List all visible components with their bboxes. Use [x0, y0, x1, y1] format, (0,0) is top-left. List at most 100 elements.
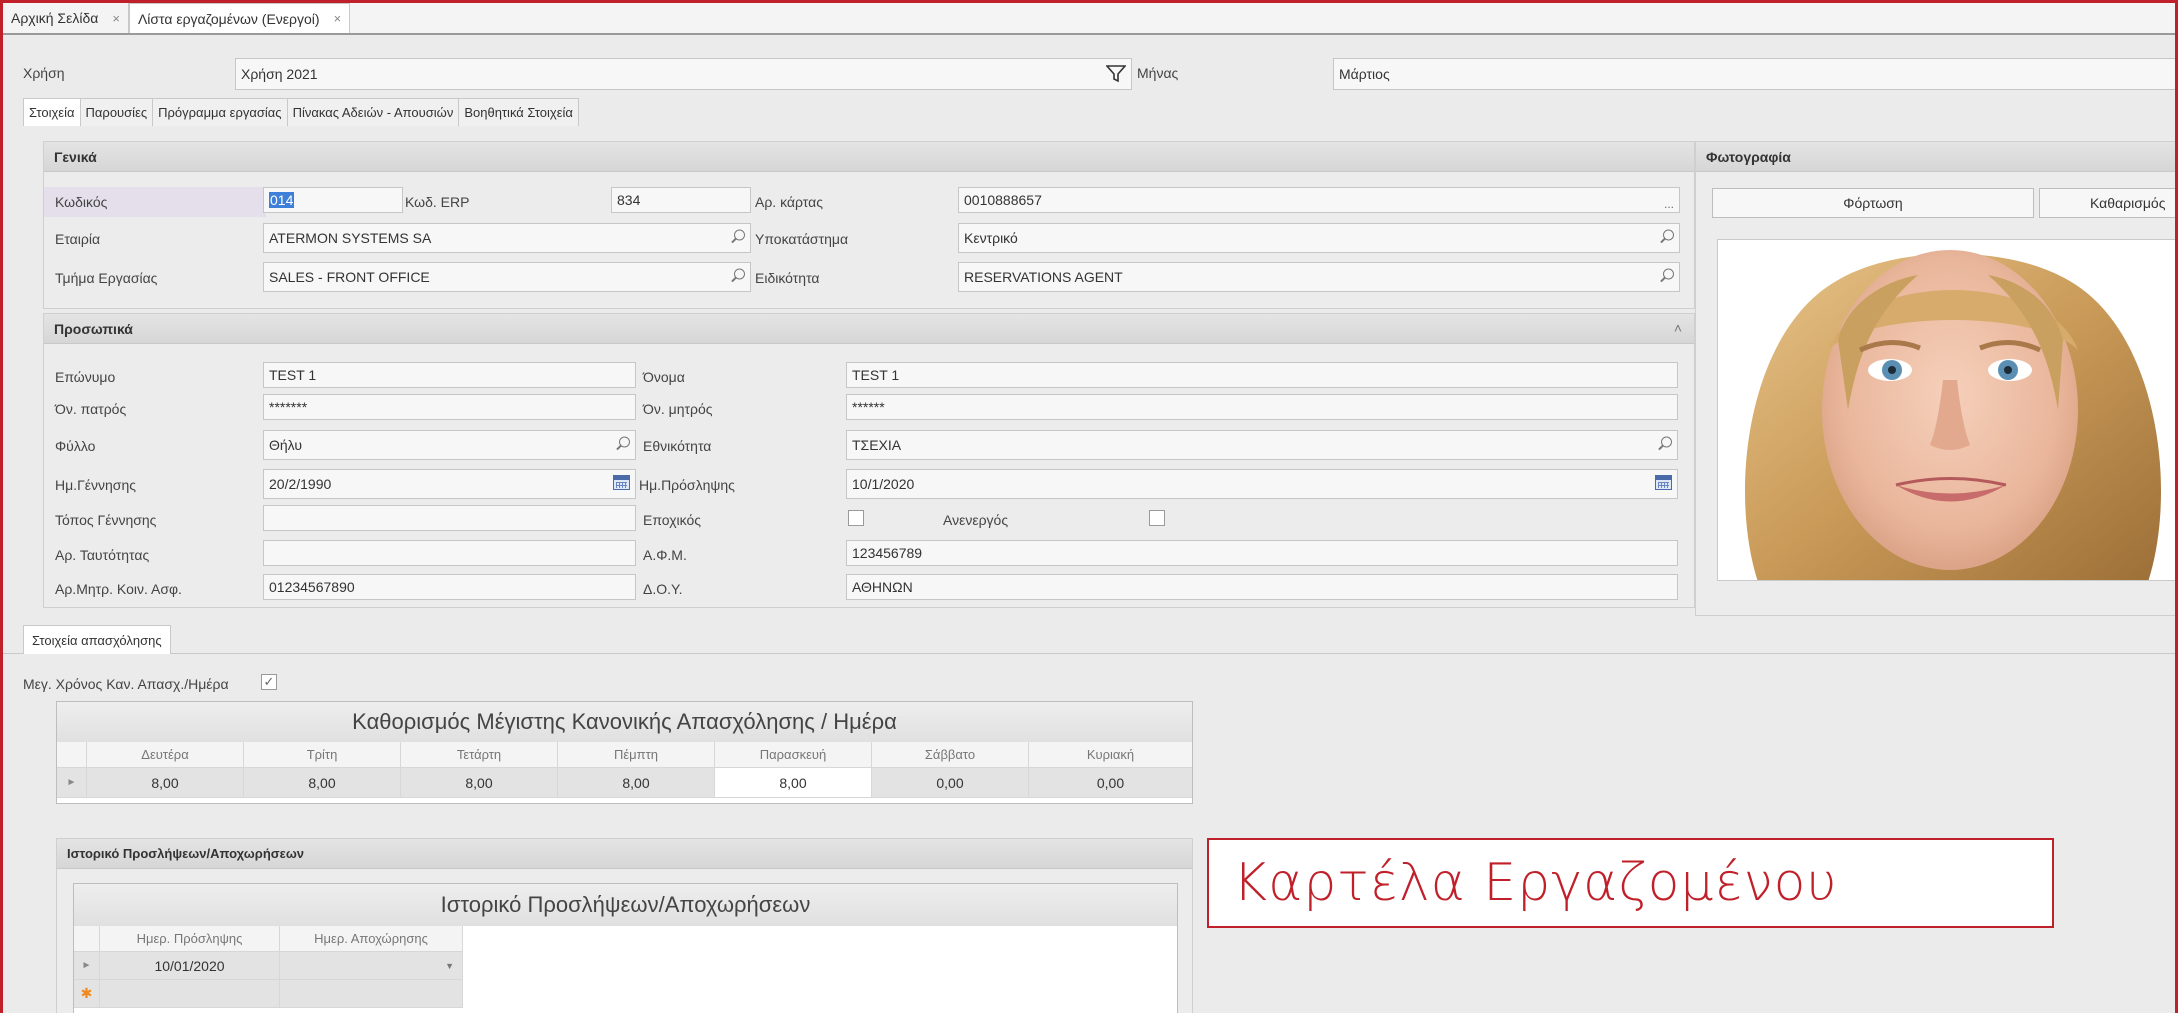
father-label: Όν. πατρός	[55, 401, 127, 417]
cell-thursday[interactable]: 8,00	[558, 768, 715, 798]
company-field[interactable]: ATERMON SYSTEMS SA	[263, 223, 751, 253]
card-label: Αρ. κάρτας	[755, 194, 823, 210]
hire-date-field[interactable]: 10/1/2020	[846, 469, 1678, 499]
column-header-leave-date[interactable]: Ημερ. Αποχώρησης	[280, 926, 463, 952]
search-icon[interactable]	[1658, 436, 1672, 454]
inactive-label: Ανενεργός	[943, 512, 1009, 528]
mother-label: Όν. μητρός	[643, 401, 713, 417]
nationality-field[interactable]: ΤΣΕΧΙΑ	[846, 430, 1678, 460]
company-value: ATERMON SYSTEMS SA	[269, 230, 432, 246]
cell-monday[interactable]: 8,00	[87, 768, 244, 798]
code-label: Κωδικός	[55, 194, 108, 210]
close-icon[interactable]: ×	[334, 11, 342, 26]
doy-value: ΑΘΗΝΩΝ	[852, 579, 913, 595]
column-header-sunday[interactable]: Κυριακή	[1029, 742, 1192, 768]
tab-auxiliary[interactable]: Βοηθητικά Στοιχεία	[458, 98, 579, 126]
gender-field[interactable]: Θήλυ	[263, 430, 636, 460]
father-field[interactable]: *******	[263, 394, 636, 420]
search-icon[interactable]	[616, 436, 630, 454]
seasonal-checkbox[interactable]	[848, 510, 864, 526]
cell-sunday[interactable]: 0,00	[1029, 768, 1192, 798]
cell-saturday[interactable]: 0,00	[872, 768, 1029, 798]
tab-employment[interactable]: Στοιχεία απασχόλησης	[23, 625, 171, 654]
cell-friday[interactable]: 8,00	[715, 768, 872, 798]
general-group-title: Γενικά	[44, 142, 1694, 172]
column-header-monday[interactable]: Δευτέρα	[87, 742, 244, 768]
column-header-hire-date[interactable]: Ημερ. Πρόσληψης	[100, 926, 280, 952]
branch-field[interactable]: Κεντρικό	[958, 223, 1680, 253]
row-indicator-icon: ►	[57, 768, 87, 798]
cell-hire-date[interactable]: 10/01/2020	[100, 952, 280, 980]
hire-date-value: 10/1/2020	[852, 476, 915, 492]
doy-label: Δ.Ο.Υ.	[643, 581, 683, 597]
tab-leaves[interactable]: Πίνακας Αδειών - Απουσιών	[286, 98, 460, 126]
name-field[interactable]: TEST 1	[846, 362, 1678, 388]
mother-field[interactable]: ******	[846, 394, 1678, 420]
birthplace-label: Τόπος Γέννησης	[55, 512, 157, 528]
tab-attendance[interactable]: Παρουσίες	[79, 98, 154, 126]
card-value: 0010888657	[964, 192, 1042, 208]
inactive-checkbox[interactable]	[1149, 510, 1165, 526]
afm-field[interactable]: 123456789	[846, 540, 1678, 566]
personal-group-title: Προσωπικά	[44, 314, 1694, 344]
close-icon[interactable]: ×	[112, 11, 120, 26]
amka-field[interactable]: 01234567890	[263, 574, 636, 600]
branch-label: Υποκατάστημα	[755, 231, 849, 247]
more-icon[interactable]: ...	[1664, 197, 1674, 211]
branch-value: Κεντρικό	[964, 230, 1018, 246]
code-value: 014	[269, 192, 295, 208]
calendar-icon[interactable]	[613, 475, 630, 493]
search-icon[interactable]	[1660, 229, 1674, 247]
year-select[interactable]: Χρήση 2021	[235, 58, 1132, 90]
father-value: *******	[269, 399, 308, 415]
dropdown-arrow-icon[interactable]: ▼	[445, 961, 454, 971]
load-photo-button[interactable]: Φόρτωση	[1712, 188, 2034, 218]
search-icon[interactable]	[731, 268, 745, 286]
doc-tab-home[interactable]: Αρχική Σελίδα ×	[3, 3, 129, 33]
new-row-cell-leave-date[interactable]	[280, 980, 463, 1008]
search-icon[interactable]	[1660, 268, 1674, 286]
row-indicator-header	[57, 742, 87, 768]
new-row-cell-hire-date[interactable]	[100, 980, 280, 1008]
calendar-icon[interactable]	[1655, 475, 1672, 493]
month-select[interactable]: Μάρτιος	[1333, 58, 2175, 90]
cell-wednesday[interactable]: 8,00	[401, 768, 558, 798]
birthplace-field[interactable]	[263, 505, 636, 531]
tab-work-schedule[interactable]: Πρόγραμμα εργασίας	[152, 98, 288, 126]
specialty-field[interactable]: RESERVATIONS AGENT	[958, 262, 1680, 292]
year-value: Χρήση 2021	[241, 66, 318, 82]
code-field[interactable]: 014	[263, 187, 403, 213]
column-header-friday[interactable]: Παρασκευή	[715, 742, 872, 768]
nationality-value: ΤΣΕΧΙΑ	[852, 437, 902, 453]
cell-leave-date[interactable]: ▼	[280, 952, 463, 980]
max-time-checkbox[interactable]: ✓	[261, 674, 277, 690]
dept-field[interactable]: SALES - FRONT OFFICE	[263, 262, 751, 292]
tab-details[interactable]: Στοιχεία	[23, 98, 81, 126]
clear-photo-button[interactable]: Καθαρισμός	[2039, 188, 2175, 218]
column-header-saturday[interactable]: Σάββατο	[872, 742, 1029, 768]
doc-tab-employee-list-label: Λίστα εργαζομένων (Ενεργοί)	[137, 10, 320, 27]
dept-value: SALES - FRONT OFFICE	[269, 269, 430, 285]
birth-date-field[interactable]: 20/2/1990	[263, 469, 636, 499]
filter-icon[interactable]	[1106, 65, 1126, 83]
erp-field[interactable]: 834	[611, 187, 751, 213]
doy-field[interactable]: ΑΘΗΝΩΝ	[846, 574, 1678, 600]
surname-field[interactable]: TEST 1	[263, 362, 636, 388]
specialty-label: Ειδικότητα	[755, 270, 820, 286]
collapse-icon[interactable]: ˄	[1674, 320, 1682, 336]
column-header-thursday[interactable]: Πέμπτη	[558, 742, 715, 768]
id-number-field[interactable]	[263, 540, 636, 566]
surname-value: TEST 1	[269, 367, 317, 383]
employment-tab-divider	[3, 653, 2175, 654]
column-header-tuesday[interactable]: Τρίτη	[244, 742, 401, 768]
nationality-label: Εθνικότητα	[643, 438, 712, 454]
new-row-icon: ✱	[74, 980, 100, 1008]
history-grid-title: Ιστορικό Προσλήψεων/Αποχωρήσεων	[74, 884, 1177, 926]
gender-label: Φύλλο	[55, 438, 96, 454]
doc-tab-employee-list[interactable]: Λίστα εργαζομένων (Ενεργοί) ×	[128, 3, 351, 33]
month-label: Μήνας	[1137, 65, 1179, 81]
search-icon[interactable]	[731, 229, 745, 247]
card-field[interactable]: 0010888657 ...	[958, 187, 1680, 213]
cell-tuesday[interactable]: 8,00	[244, 768, 401, 798]
column-header-wednesday[interactable]: Τετάρτη	[401, 742, 558, 768]
